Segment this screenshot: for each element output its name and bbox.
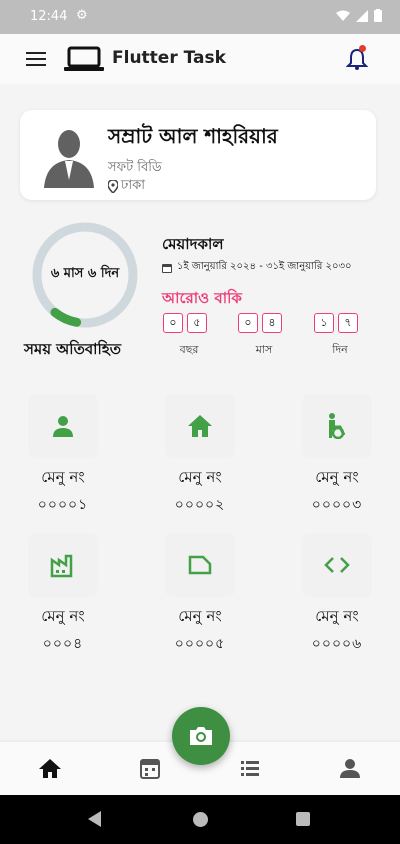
nav-list-icon[interactable] [238, 756, 262, 780]
menu-number: ০০০০১ [37, 497, 89, 513]
tenure-title: মেয়াদকাল [162, 235, 224, 253]
menu-label: মেনু নং [315, 607, 359, 625]
nav-calendar-icon[interactable] [138, 756, 162, 780]
location-label: ঢাকা [121, 178, 145, 193]
elapsed-label: সময় অতিবাহিত [24, 340, 121, 358]
menu-number: ০০০০৬ [311, 636, 363, 652]
profile-card[interactable]: সম্রাট আল শাহরিয়ার সফট বিডি ঢাকা [20, 110, 376, 200]
profile-name: সম্রাট আল শাহরিয়ার [108, 124, 278, 148]
app-title: Flutter Task [112, 48, 226, 68]
label-icon [188, 555, 212, 575]
menu-card-3[interactable]: মেনু নং ০০০০৩ [282, 394, 392, 517]
days-label: দিন [332, 343, 348, 356]
years-digit: ০ [163, 313, 183, 333]
app-bar: Flutter Task [0, 34, 400, 84]
signal-icon [356, 9, 368, 22]
code-icon [324, 557, 350, 573]
nav-profile-icon[interactable] [338, 756, 362, 780]
back-icon[interactable] [88, 811, 101, 827]
avatar [34, 122, 104, 188]
menu-number: ০০০৪ [42, 636, 84, 652]
years-digit: ৫ [187, 313, 207, 333]
accessible-icon [329, 413, 346, 439]
years-label: বছর [179, 343, 199, 356]
tenure-range: ১ই জানুয়ারি ২০২৪ - ৩১ই জানুয়ারি ২০৩০ [162, 259, 352, 276]
menu-label: মেনু নং [41, 607, 85, 625]
factory-icon [50, 554, 73, 578]
nav-home-icon[interactable] [38, 756, 62, 780]
status-bar: 12:44 ⚙ [0, 0, 400, 34]
settings-icon: ⚙ [76, 8, 88, 23]
days-digits: ১ ৭ [314, 313, 358, 333]
menu-card-6[interactable]: মেনু নং ০০০০৬ [282, 533, 392, 656]
user-silhouette-icon [44, 130, 94, 188]
recent-apps-icon[interactable] [296, 812, 310, 826]
months-digit: ০ [238, 313, 258, 333]
menu-card-5[interactable]: মেনু নং ০০০০৫ [145, 533, 255, 656]
calendar-icon [162, 263, 172, 273]
elapsed-duration: ৬ মাস ৬ দিন [50, 266, 120, 281]
menu-label: মেনু নং [315, 468, 359, 486]
menu-number: ০০০০২ [174, 497, 226, 513]
years-digits: ০ ৫ [163, 313, 207, 333]
home-button-icon[interactable] [193, 812, 208, 827]
profile-location: ঢাকা [108, 176, 145, 197]
remaining-title: আরোও বাকি [162, 289, 242, 307]
menu-number: ০০০০৫ [174, 636, 226, 652]
hamburger-menu-icon[interactable] [26, 52, 46, 66]
wifi-icon [336, 10, 350, 21]
months-digits: ০ ৪ [238, 313, 282, 333]
days-digit: ১ [314, 313, 334, 333]
camera-icon [190, 727, 212, 745]
months-label: মাস [255, 343, 273, 356]
days-digit: ৭ [338, 313, 358, 333]
menu-label: মেনু নং [41, 468, 85, 486]
menu-label: মেনু নং [178, 468, 222, 486]
status-icons [336, 9, 382, 22]
status-time: 12:44 [30, 9, 68, 24]
camera-button[interactable] [172, 707, 230, 765]
laptop-icon [64, 46, 104, 71]
menu-card-4[interactable]: মেনু নং ০০০৪ [8, 533, 118, 656]
menu-number: ০০০০৩ [311, 497, 363, 513]
tenure-range-text: ১ই জানুয়ারি ২০২৪ - ৩১ই জানুয়ারি ২০৩০ [177, 261, 352, 272]
location-pin-icon [108, 180, 118, 193]
battery-icon [374, 9, 382, 22]
menu-card-1[interactable]: মেনু নং ০০০০১ [8, 394, 118, 517]
person-icon [53, 416, 73, 437]
menu-label: মেনু নং [178, 607, 222, 625]
months-digit: ৪ [262, 313, 282, 333]
notification-badge [359, 45, 366, 52]
system-navigation-bar [0, 795, 400, 844]
home-icon [188, 415, 212, 437]
menu-card-2[interactable]: মেনু নং ০০০০২ [145, 394, 255, 517]
